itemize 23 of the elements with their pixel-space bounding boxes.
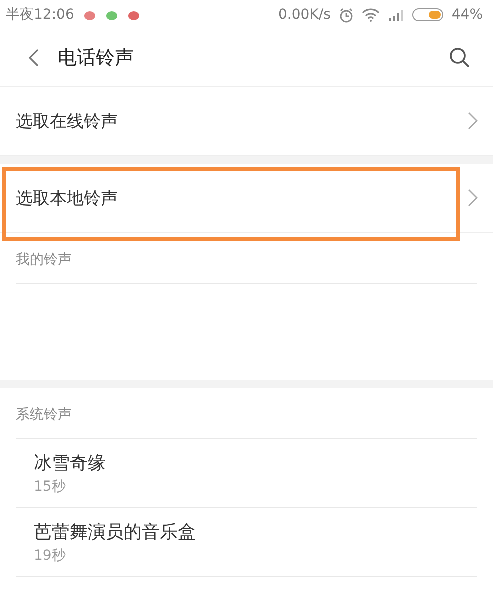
menu-item[interactable]: 选取本地铃声 — [16, 186, 118, 210]
ringtone-duration: 19秒 — [34, 547, 67, 566]
chevron-right-icon — [468, 189, 478, 207]
ringtone-duration: 15秒 — [34, 478, 67, 497]
ringtone-name[interactable]: 芭蕾舞演员的音乐盒 — [34, 520, 459, 546]
signal-icon — [388, 9, 404, 21]
battery-percentage: 44% — [452, 7, 483, 23]
status-time: 半夜12:06 — [6, 6, 74, 24]
app-notification-icon — [106, 10, 118, 20]
chevron-right-icon — [468, 112, 478, 130]
network-speed: 0.00K/s — [278, 7, 331, 23]
app-notification-icon — [128, 10, 140, 20]
alarm-clock-icon — [338, 8, 354, 22]
battery-icon — [412, 8, 444, 22]
section-header: 我的铃声 — [16, 237, 477, 284]
wifi-icon — [362, 8, 380, 22]
back-icon[interactable] — [28, 48, 40, 68]
section-header: 系统铃声 — [16, 392, 477, 439]
ringtone-name[interactable]: 冰雪奇缘 — [34, 451, 459, 477]
page-title: 电话铃声 — [58, 46, 135, 71]
search-icon[interactable] — [449, 47, 471, 69]
menu-item[interactable]: 选取在线铃声 — [16, 110, 118, 132]
app-notification-icon — [84, 10, 96, 20]
